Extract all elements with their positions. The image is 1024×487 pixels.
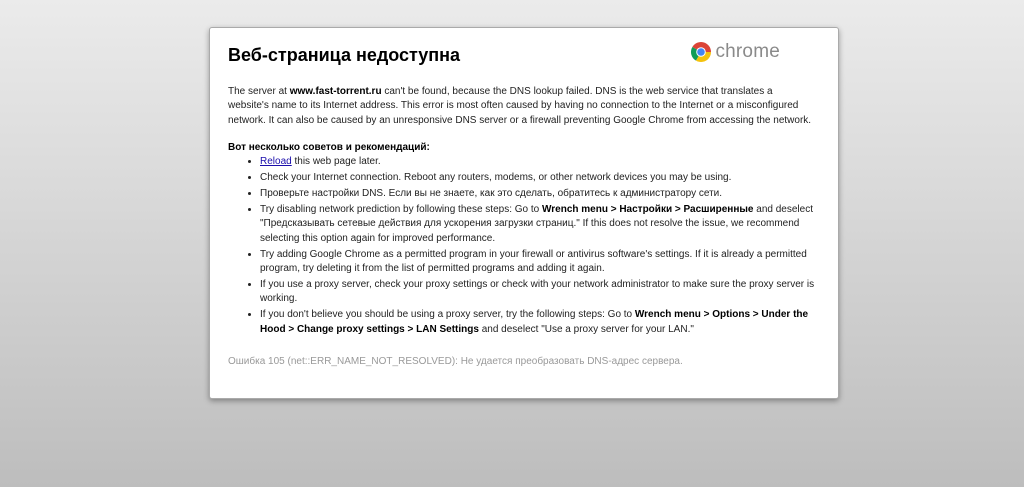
reload-link[interactable]: Reload [260,156,292,167]
list-item: Проверьте настройки DNS. Если вы не знае… [260,187,820,201]
error-card: Веб-страница недоступна chrome The serve… [209,27,839,399]
error-summary: The server at www.fast-torrent.ru can't … [228,86,812,126]
list-item: Try adding Google Chrome as a permitted … [260,248,820,277]
error-code: Ошибка 105 (net::ERR_NAME_NOT_RESOLVED):… [228,356,683,368]
list-item: Check your Internet connection. Reboot a… [260,171,820,185]
list-item: Reload this web page later. [260,155,820,169]
chrome-brand: chrome [689,40,780,64]
tips-heading: Вот несколько советов и рекомендаций: [228,142,430,154]
list-item: If you use a proxy server, check your pr… [260,278,820,307]
server-host: www.fast-torrent.ru [289,86,382,97]
list-item: If you don't believe you should be using… [260,308,820,337]
list-item: Try disabling network prediction by foll… [260,203,820,246]
brand-name: chrome [715,41,780,62]
tips-list: Reload this web page later. Check your I… [228,155,820,337]
chrome-logo-icon [691,42,712,62]
